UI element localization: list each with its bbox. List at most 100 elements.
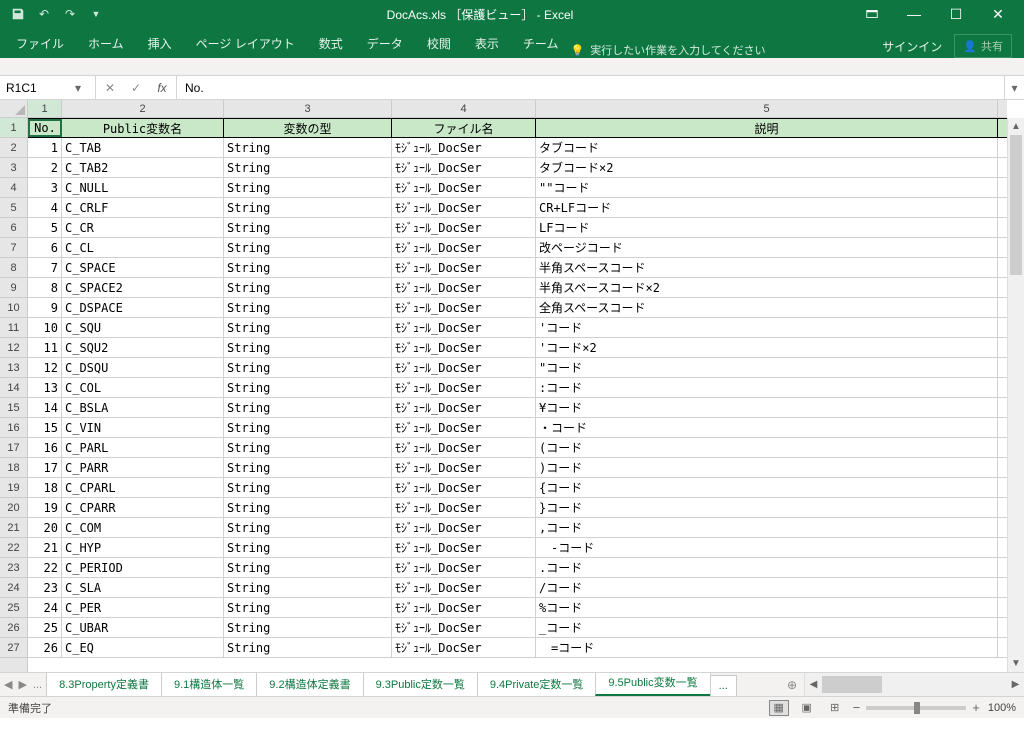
row-header[interactable]: 3 — [0, 158, 27, 178]
cell[interactable]: =コード — [536, 638, 998, 657]
save-icon[interactable] — [6, 2, 30, 26]
cell[interactable]: 5 — [28, 218, 62, 237]
cell[interactable]: ﾓｼﾞｭｰﾙ_DocSer — [392, 278, 536, 297]
cell[interactable]: ﾓｼﾞｭｰﾙ_DocSer — [392, 218, 536, 237]
table-header-cell[interactable]: Public変数名 — [62, 119, 224, 137]
cell[interactable]: タブコード×2 — [536, 158, 998, 177]
cell[interactable]: ﾓｼﾞｭｰﾙ_DocSer — [392, 458, 536, 477]
row-header[interactable]: 24 — [0, 578, 27, 598]
cell[interactable]: String — [224, 598, 392, 617]
ribbon-tab-team[interactable]: チーム — [511, 29, 571, 58]
cell[interactable]: ﾓｼﾞｭｰﾙ_DocSer — [392, 358, 536, 377]
cell[interactable]: C_CRLF — [62, 198, 224, 217]
cell[interactable]: String — [224, 138, 392, 157]
ribbon-display-icon[interactable] — [852, 2, 892, 26]
cell[interactable]: 半角スペースコード×2 — [536, 278, 998, 297]
cell[interactable]: ﾓｼﾞｭｰﾙ_DocSer — [392, 438, 536, 457]
vertical-scrollbar[interactable]: ▲ ▼ — [1007, 118, 1024, 672]
ribbon-tab-page-layout[interactable]: ページ レイアウト — [184, 29, 307, 58]
cell[interactable]: 25 — [28, 618, 62, 637]
vscroll-thumb[interactable] — [1010, 135, 1022, 275]
zoom-knob[interactable] — [914, 702, 920, 714]
cell[interactable]: ﾓｼﾞｭｰﾙ_DocSer — [392, 538, 536, 557]
cell[interactable]: String — [224, 438, 392, 457]
scroll-right-icon[interactable]: ▶ — [1007, 679, 1024, 690]
row-header[interactable]: 20 — [0, 498, 27, 518]
horizontal-scrollbar[interactable]: ◀ ▶ — [804, 673, 1024, 696]
zoom-in-icon[interactable]: + — [972, 700, 980, 715]
cell[interactable]: ﾓｼﾞｭｰﾙ_DocSer — [392, 638, 536, 657]
row-header[interactable]: 5 — [0, 198, 27, 218]
cell[interactable]: ﾓｼﾞｭｰﾙ_DocSer — [392, 258, 536, 277]
cell[interactable]: String — [224, 638, 392, 657]
cell[interactable]: C_BSLA — [62, 398, 224, 417]
cancel-icon[interactable]: ✕ — [100, 78, 120, 98]
cell[interactable]: ﾓｼﾞｭｰﾙ_DocSer — [392, 478, 536, 497]
cell[interactable]: _コード — [536, 618, 998, 637]
cell[interactable]: ﾓｼﾞｭｰﾙ_DocSer — [392, 158, 536, 177]
cell[interactable]: :コード — [536, 378, 998, 397]
add-sheet-icon[interactable]: ⊕ — [780, 673, 804, 696]
sheet-tab[interactable]: 8.3Property定義書 — [46, 673, 162, 696]
cell[interactable]: 21 — [28, 538, 62, 557]
cell[interactable]: 17 — [28, 458, 62, 477]
table-header-cell[interactable]: 説明 — [536, 119, 998, 137]
cell[interactable]: C_SQU — [62, 318, 224, 337]
tell-me-search[interactable]: 💡 実行したい作業を入力してください — [570, 42, 765, 58]
cell[interactable]: String — [224, 278, 392, 297]
cell[interactable]: LFコード — [536, 218, 998, 237]
cell[interactable]: String — [224, 178, 392, 197]
sheet-nav-more-icon[interactable]: ... — [33, 679, 42, 691]
cell[interactable]: 26 — [28, 638, 62, 657]
cell[interactable]: 19 — [28, 498, 62, 517]
cell[interactable]: ﾓｼﾞｭｰﾙ_DocSer — [392, 198, 536, 217]
cell[interactable]: ﾓｼﾞｭｰﾙ_DocSer — [392, 378, 536, 397]
cell-area[interactable]: No.Public変数名変数の型ファイル名説明1C_TABStringﾓｼﾞｭｰ… — [28, 118, 1007, 672]
cell[interactable]: 20 — [28, 518, 62, 537]
row-header[interactable]: 27 — [0, 638, 27, 658]
cell[interactable]: C_TAB2 — [62, 158, 224, 177]
cell[interactable]: String — [224, 578, 392, 597]
zoom-level[interactable]: 100% — [988, 702, 1016, 714]
cell[interactable]: {コード — [536, 478, 998, 497]
cell[interactable]: String — [224, 198, 392, 217]
cell[interactable]: ﾓｼﾞｭｰﾙ_DocSer — [392, 338, 536, 357]
ribbon-tab-formulas[interactable]: 数式 — [307, 29, 355, 58]
close-icon[interactable]: ✕ — [978, 2, 1018, 26]
cell[interactable]: 'コード×2 — [536, 338, 998, 357]
row-header[interactable]: 8 — [0, 258, 27, 278]
cell[interactable]: String — [224, 398, 392, 417]
name-box-dropdown-icon[interactable]: ▾ — [70, 81, 86, 95]
cell[interactable]: String — [224, 378, 392, 397]
column-header[interactable]: 3 — [224, 100, 392, 117]
ribbon-tab-home[interactable]: ホーム — [76, 29, 136, 58]
cell[interactable]: String — [224, 318, 392, 337]
sheet-tab[interactable]: 9.2構造体定義書 — [256, 673, 363, 696]
cell[interactable]: 18 — [28, 478, 62, 497]
cell[interactable]: }コード — [536, 498, 998, 517]
cell[interactable]: C_NULL — [62, 178, 224, 197]
ribbon-tab-review[interactable]: 校閲 — [415, 29, 463, 58]
cell[interactable]: ﾓｼﾞｭｰﾙ_DocSer — [392, 598, 536, 617]
cell[interactable]: C_TAB — [62, 138, 224, 157]
cell[interactable]: String — [224, 158, 392, 177]
ribbon-tab-data[interactable]: データ — [355, 29, 415, 58]
cell[interactable]: 12 — [28, 358, 62, 377]
cell[interactable]: 14 — [28, 398, 62, 417]
cell[interactable]: 9 — [28, 298, 62, 317]
cell[interactable]: C_HYP — [62, 538, 224, 557]
cell[interactable]: 11 — [28, 338, 62, 357]
formula-input[interactable]: No. — [177, 76, 1004, 99]
row-header[interactable]: 4 — [0, 178, 27, 198]
cell[interactable]: C_VIN — [62, 418, 224, 437]
cell[interactable]: 全角スペースコード — [536, 298, 998, 317]
cell[interactable]: String — [224, 298, 392, 317]
enter-icon[interactable]: ✓ — [126, 78, 146, 98]
cell[interactable]: ﾓｼﾞｭｰﾙ_DocSer — [392, 618, 536, 637]
cell[interactable]: ﾓｼﾞｭｰﾙ_DocSer — [392, 558, 536, 577]
row-header[interactable]: 16 — [0, 418, 27, 438]
cell[interactable]: 'コード — [536, 318, 998, 337]
row-header[interactable]: 26 — [0, 618, 27, 638]
cell[interactable]: タブコード — [536, 138, 998, 157]
cell[interactable]: C_DSPACE — [62, 298, 224, 317]
